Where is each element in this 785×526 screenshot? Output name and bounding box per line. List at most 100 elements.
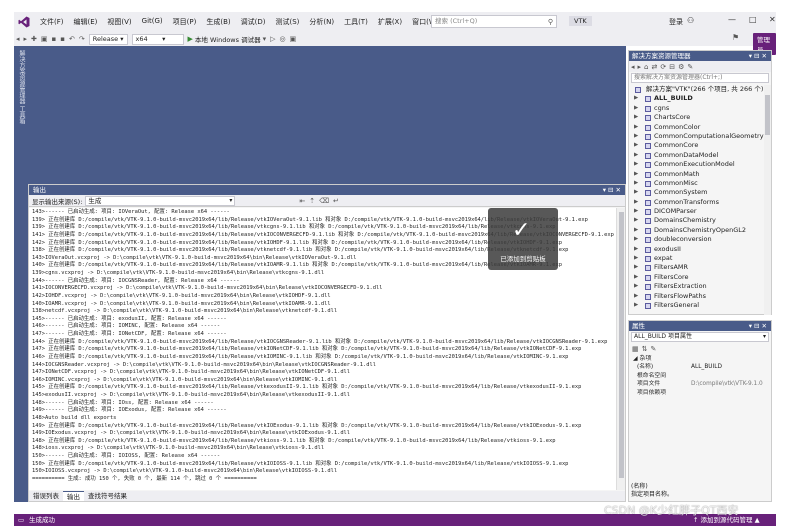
property-value[interactable]: ALL_BUILD	[691, 363, 722, 372]
expand-arrow-icon[interactable]: ▶	[634, 94, 638, 103]
user-icon[interactable]: ⚇	[687, 16, 694, 25]
project-row[interactable]: ▶ CommonCore	[629, 141, 765, 150]
expand-arrow-icon[interactable]: ▶	[634, 198, 638, 207]
wrench-icon[interactable]: ✎	[651, 345, 657, 353]
expand-arrow-icon[interactable]: ▶	[634, 123, 638, 132]
expand-arrow-icon[interactable]: ▶	[634, 226, 638, 235]
back-icon[interactable]: ◂	[631, 63, 635, 71]
expand-arrow-icon[interactable]: ▶	[634, 301, 638, 310]
menu-item[interactable]: 工具(T)	[339, 17, 373, 27]
menu-item[interactable]: 项目(P)	[168, 17, 202, 27]
home-icon[interactable]: ⌂	[644, 63, 648, 71]
search-input[interactable]: 搜索 (Ctrl+Q) ⚲	[431, 15, 557, 28]
maximize-button[interactable]: □	[749, 15, 757, 24]
debugger-dropdown-icon[interactable]: ▾	[263, 35, 267, 43]
project-row[interactable]: ▶ exodusII	[629, 245, 765, 254]
project-row[interactable]: ▶ CommonMath	[629, 170, 765, 179]
project-row[interactable]: ▶ FiltersCore	[629, 273, 765, 282]
expand-arrow-icon[interactable]: ▶	[634, 282, 638, 291]
menu-item[interactable]: 编辑(E)	[69, 17, 103, 27]
platform-select[interactable]: x64 ▾	[131, 33, 184, 45]
word-wrap-icon[interactable]: ↵	[333, 197, 339, 205]
project-row[interactable]: ▶ CommonMisc	[629, 179, 765, 188]
project-row[interactable]: ▶ CommonTransforms	[629, 198, 765, 207]
menu-item[interactable]: 测试(S)	[270, 17, 304, 27]
property-row[interactable]: (名称) ALL_BUILD	[629, 363, 771, 372]
solution-root-row[interactable]: 解决方案"VTK"(266 个项目, 共 266 个)	[629, 85, 765, 94]
property-value[interactable]: D:\compile\vtk\VTK-9.1.0	[691, 380, 763, 389]
project-row[interactable]: ▶ ChartsCore	[629, 113, 765, 122]
project-row[interactable]: ▶ DomainsChemistry	[629, 216, 765, 225]
tab-error-list[interactable]: 错误列表	[29, 491, 63, 501]
solution-explorer-scroll-thumb[interactable]	[765, 95, 770, 135]
tab-find-symbol-results[interactable]: 查找符号结果	[84, 491, 131, 501]
expand-arrow-icon[interactable]: ▶	[634, 151, 638, 160]
alphabetical-icon[interactable]: ⇅	[642, 345, 648, 353]
project-row[interactable]: ▶ CommonDataModel	[629, 151, 765, 160]
find-message-icon[interactable]: ⇤	[299, 197, 305, 205]
new-project-icon[interactable]: ✚	[31, 35, 37, 43]
debugger-button[interactable]: 本地 Windows 调试器	[195, 34, 261, 44]
project-row[interactable]: ▶ CommonComputationalGeometry	[629, 132, 765, 141]
menu-item[interactable]: 扩展(X)	[373, 17, 407, 27]
start-debug-icon[interactable]: ▶	[188, 35, 193, 43]
output-source-select[interactable]: 生成 ▾	[85, 195, 236, 206]
expand-arrow-icon[interactable]: ▶	[634, 179, 638, 188]
expand-arrow-icon[interactable]: ▶	[634, 216, 638, 225]
redo-icon[interactable]: ↷	[79, 35, 85, 43]
project-row[interactable]: ▶ CommonColor	[629, 123, 765, 132]
properties-icon[interactable]: ⚙	[678, 63, 684, 71]
forward-icon[interactable]: ▸	[24, 35, 28, 43]
switch-views-icon[interactable]: ⇄	[651, 63, 657, 71]
project-row[interactable]: ▶ FiltersAMR	[629, 263, 765, 272]
property-row[interactable]: 项目依赖项	[629, 389, 771, 398]
live-share-icon[interactable]: ⚑	[732, 33, 739, 42]
expand-arrow-icon[interactable]: ▶	[634, 132, 638, 141]
expand-arrow-icon[interactable]: ▶	[634, 292, 638, 301]
categorized-icon[interactable]: ▦	[632, 345, 639, 353]
save-icon[interactable]: ▪	[52, 35, 57, 43]
project-row[interactable]: ▶ DICOMParser	[629, 207, 765, 216]
collapse-all-icon[interactable]: ⊟	[669, 63, 675, 71]
clear-all-icon[interactable]: ⌫	[319, 197, 329, 205]
minimize-button[interactable]: —	[728, 15, 736, 24]
wrench-icon[interactable]: ✎	[687, 63, 693, 71]
panel-window-buttons[interactable]: ▾ ⊟ ✕	[603, 185, 621, 195]
project-row[interactable]: ▶ cgns	[629, 104, 765, 113]
panel-window-buttons[interactable]: ▾ ⊟ ✕	[749, 321, 767, 331]
project-row[interactable]: ▶ CommonSystem	[629, 188, 765, 197]
sync-icon[interactable]: ⟳	[660, 63, 666, 71]
search-icon[interactable]: ⚲	[548, 17, 553, 28]
rail-tab-solution-explorer[interactable]: 解决方案资源管理器	[17, 50, 26, 104]
breakpoint-icon[interactable]: ◎	[279, 35, 285, 43]
expand-arrow-icon[interactable]: ▶	[634, 273, 638, 282]
expand-arrow-icon[interactable]: ▶	[634, 188, 638, 197]
expand-arrow-icon[interactable]: ▶	[634, 263, 638, 272]
property-row[interactable]: 根命名空间	[629, 372, 771, 381]
menu-item[interactable]: 调试(D)	[236, 17, 271, 27]
expand-arrow-icon[interactable]: ▶	[634, 170, 638, 179]
menu-item[interactable]: 分析(N)	[304, 17, 339, 27]
project-row[interactable]: ▶ expat	[629, 254, 765, 263]
expand-arrow-icon[interactable]: ▶	[634, 245, 638, 254]
panel-window-buttons[interactable]: ▾ ⊟ ✕	[749, 51, 767, 61]
toolbar-options-icon[interactable]: ▣	[290, 35, 297, 43]
output-scrollbar[interactable]	[616, 208, 625, 490]
tab-output[interactable]: 输出	[63, 491, 84, 501]
open-folder-icon[interactable]: ▣	[41, 35, 48, 43]
expand-arrow-icon[interactable]: ▶	[634, 160, 638, 169]
sign-in-link[interactable]: 登录	[669, 17, 683, 27]
prev-message-icon[interactable]: ⇡	[309, 197, 315, 205]
attach-icon[interactable]: ▷	[270, 35, 275, 43]
menu-item[interactable]: Git(G)	[137, 17, 168, 27]
expand-arrow-icon[interactable]: ▶	[634, 141, 638, 150]
forward-icon[interactable]: ▸	[638, 63, 642, 71]
configuration-select[interactable]: Release ▾	[88, 33, 128, 45]
solution-explorer-search-input[interactable]: 搜索解决方案资源管理器(Ctrl+;)	[631, 73, 769, 83]
project-row[interactable]: ▶ doubleconversion	[629, 235, 765, 244]
project-row[interactable]: ▶ FiltersExtraction	[629, 282, 765, 291]
menu-item[interactable]: 文件(F)	[35, 17, 69, 27]
expand-arrow-icon[interactable]: ▶	[634, 235, 638, 244]
close-button[interactable]: ✕	[769, 15, 776, 24]
expand-arrow-icon[interactable]: ▶	[634, 254, 638, 263]
